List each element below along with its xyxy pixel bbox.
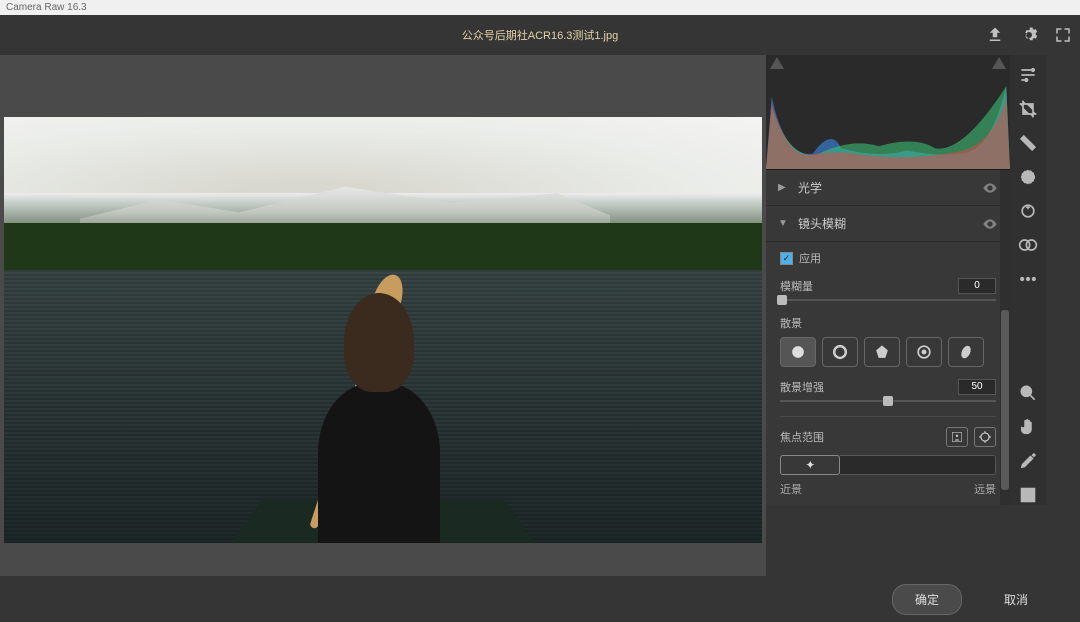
focus-range-bar[interactable]: ✦ — [780, 455, 996, 475]
divider — [780, 416, 996, 417]
boost-slider[interactable]: 散景增强 50 — [780, 379, 996, 402]
eye-icon[interactable] — [982, 180, 998, 196]
section-lensblur[interactable]: ▼ 镜头模糊 — [766, 206, 1010, 242]
apply-checkbox[interactable]: ✓ 应用 — [780, 250, 996, 266]
section-lensblur-title: 镜头模糊 — [798, 215, 846, 232]
bokeh-blade5-button[interactable] — [864, 337, 900, 367]
redeye-icon[interactable]: + — [1018, 201, 1038, 221]
blur-amount-slider[interactable]: 模糊量 0 — [780, 278, 996, 301]
focus-range-handle[interactable]: ✦ — [780, 455, 840, 475]
boost-value[interactable]: 50 — [958, 379, 996, 395]
presets-icon[interactable] — [1018, 235, 1038, 255]
bokeh-circle-button[interactable] — [780, 337, 816, 367]
zoom-icon[interactable] — [1018, 383, 1038, 403]
checkbox-checked-icon: ✓ — [780, 252, 793, 265]
edit-sliders-icon[interactable] — [1018, 65, 1038, 85]
ok-button[interactable]: 确定 — [892, 584, 962, 615]
window-titlebar: Camera Raw 16.3 — [0, 0, 1080, 15]
far-label: 远景 — [974, 481, 996, 497]
sampler-icon[interactable] — [1018, 451, 1038, 471]
bokeh-bubble-button[interactable] — [822, 337, 858, 367]
blur-amount-label: 模糊量 — [780, 278, 813, 294]
focus-subject-button[interactable] — [946, 427, 968, 447]
eye-icon[interactable] — [982, 216, 998, 232]
scrollbar-thumb[interactable] — [1001, 310, 1009, 490]
fullscreen-icon[interactable] — [1054, 26, 1072, 44]
hand-icon[interactable] — [1018, 417, 1038, 437]
histogram[interactable] — [766, 55, 1010, 170]
photo-preview — [4, 117, 762, 543]
bokeh-cateye-button[interactable] — [948, 337, 984, 367]
tool-strip: + — [1010, 55, 1046, 505]
svg-text:+: + — [1026, 204, 1030, 211]
cancel-button[interactable]: 取消 — [982, 585, 1050, 614]
chevron-right-icon: ▶ — [778, 182, 788, 193]
more-icon[interactable] — [1018, 269, 1038, 289]
boost-label: 散景增强 — [780, 379, 824, 395]
near-label: 近景 — [780, 481, 802, 497]
lensblur-body: ✓ 应用 模糊量 0 散景 — [766, 242, 1010, 505]
header-bar: 公众号后期社ACR16.3测试1.jpg — [0, 15, 1080, 55]
focus-range-track[interactable] — [840, 455, 996, 475]
apply-label: 应用 — [799, 250, 821, 266]
filename-label: 公众号后期社ACR16.3测试1.jpg — [462, 27, 619, 43]
mask-icon[interactable] — [1018, 167, 1038, 187]
section-optics[interactable]: ▶ 光学 — [766, 170, 1010, 206]
focus-point-button[interactable] — [974, 427, 996, 447]
blur-amount-value[interactable]: 0 — [958, 278, 996, 294]
section-optics-title: 光学 — [798, 179, 822, 196]
chevron-down-icon: ▼ — [778, 218, 788, 229]
bokeh-shape-group — [780, 337, 996, 367]
export-icon[interactable] — [986, 26, 1004, 44]
footer-bar: 确定 取消 — [0, 576, 1080, 622]
gear-icon[interactable] — [1020, 26, 1038, 44]
preview-column: 适应 (39.9%) 100% ▾ — [0, 55, 766, 622]
canvas-area[interactable] — [0, 55, 766, 582]
heal-icon[interactable] — [1018, 133, 1038, 153]
bokeh-ring-button[interactable] — [906, 337, 942, 367]
grid-icon[interactable] — [1018, 485, 1038, 505]
bokeh-label: 散景 — [780, 315, 996, 331]
app-title: Camera Raw 16.3 — [6, 2, 87, 13]
focus-range-label: 焦点范围 — [780, 429, 824, 445]
right-column: ▶ 光学 ▼ 镜头模糊 ✓ 应用 — [766, 55, 1046, 505]
header-tools — [986, 26, 1072, 44]
crop-icon[interactable] — [1018, 99, 1038, 119]
panel-scrollbar[interactable] — [1000, 170, 1010, 505]
